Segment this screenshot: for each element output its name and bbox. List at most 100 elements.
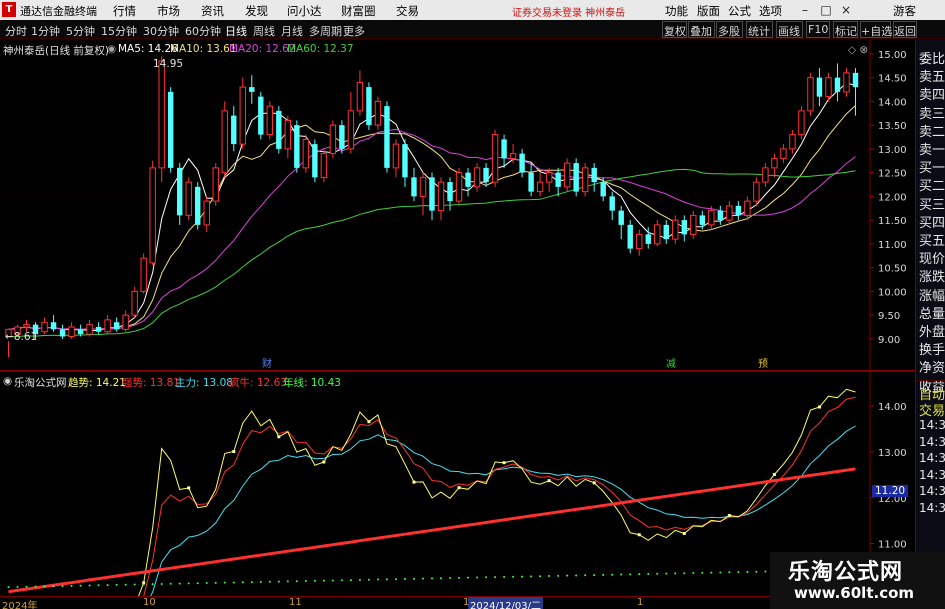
menu-layout[interactable]: 版面 (697, 3, 720, 19)
menu-news[interactable]: 资讯 (201, 3, 224, 19)
tool-mark[interactable]: 标记 (835, 23, 857, 39)
period-5min[interactable]: 5分钟 (66, 23, 95, 39)
period-multi[interactable]: 多周期 (309, 23, 342, 39)
period-timeshare[interactable]: 分时 (5, 23, 27, 39)
event-marker: 预 (758, 358, 768, 370)
year-line-dot (584, 574, 587, 577)
tool-f10[interactable]: F10 (808, 23, 828, 36)
side-time: 14:30 (919, 484, 945, 498)
period-weekly[interactable]: 周线 (253, 23, 275, 39)
year-line-dot (746, 570, 749, 573)
xtick-nov: 11 (289, 597, 302, 608)
candle-body-up (798, 110, 805, 136)
period-60min[interactable]: 60分钟 (185, 23, 221, 39)
period-15min[interactable]: 15分钟 (101, 23, 137, 39)
candle-body-up (545, 172, 553, 183)
candle-body-down (699, 215, 706, 225)
candle-body-up (122, 314, 129, 330)
candle-body-down (276, 110, 282, 149)
menu-trade[interactable]: 交易 (396, 3, 419, 19)
year-line-dot (250, 581, 253, 584)
candle-body-up (762, 167, 769, 183)
menu-functions[interactable]: 功能 (665, 3, 688, 19)
tool-overlay[interactable]: 叠加 (690, 23, 712, 39)
side-item: 买五 (919, 234, 945, 249)
menu-quotes[interactable]: 行情 (113, 3, 136, 19)
side-item: 买一 (919, 161, 945, 177)
side-time: 14:30 (919, 467, 945, 482)
side-trade-item[interactable]: 交易 (919, 400, 945, 419)
year-line-dot (521, 575, 524, 578)
low-price-value: 8.61 (13, 331, 38, 343)
quote-side-panel: 委比 卖五 卖四 卖三 卖二 卖一 买一 买二 买三 买四 买五 现价 涨跌 涨幅 总量 外盘 换手 净资 收益 自动… (915, 40, 945, 609)
menu-ask[interactable]: 问小达 (287, 3, 322, 19)
year-line-dot (214, 581, 217, 584)
candle-body-up (140, 257, 147, 292)
candle-body-down (294, 125, 300, 168)
indicator-settings-icon-2[interactable]: ◉ (3, 375, 12, 387)
candle-body-up (473, 167, 481, 188)
menu-wealth-circle[interactable]: 财富圈 (341, 3, 376, 19)
period-daily[interactable]: 日线 (225, 23, 247, 39)
menu-options[interactable]: 选项 (759, 3, 782, 19)
menu-formula[interactable]: 公式 (728, 3, 751, 19)
side-time: 14:30 (919, 451, 945, 465)
year-line-dot (34, 585, 37, 588)
candle-body-up (771, 157, 778, 169)
login-notice[interactable]: 证券交易未登录 神州泰岳 (512, 4, 625, 19)
tool-draw[interactable]: 画线 (778, 23, 800, 39)
year-line-dot (692, 572, 695, 575)
trend-dot (772, 472, 776, 476)
candle-body-down (429, 177, 435, 211)
minimize-icon[interactable]: – (797, 2, 813, 18)
period-30min[interactable]: 30分钟 (143, 23, 179, 39)
year-line-dot (566, 574, 569, 577)
year-line-dot (115, 583, 118, 586)
year-line-dot (376, 578, 379, 581)
year-line-dot (701, 571, 704, 574)
menu-market[interactable]: 市场 (157, 3, 180, 19)
period-more[interactable]: 更多 (343, 23, 365, 39)
ma20-label: MA20: 12.62 (229, 43, 296, 55)
xtick-year: 2024年 (2, 601, 38, 609)
candle-body-up (86, 324, 93, 335)
tool-stats[interactable]: 统计 (748, 23, 770, 39)
period-1min[interactable]: 1分钟 (31, 23, 60, 39)
trend-dot (277, 435, 281, 439)
side-item: 涨跌 (919, 270, 945, 286)
year-line-dot (151, 583, 154, 586)
year-line-dot (719, 571, 722, 574)
candle-body-up (509, 153, 517, 159)
maximize-icon[interactable]: □ (818, 2, 834, 18)
year-line-dot (268, 580, 271, 583)
collapse-icon[interactable]: ◇ ⊗ (848, 44, 868, 56)
kline-chart[interactable]: 15.00 14.50 14.00 13.50 13.00 12.50 12.00 11.50… (0, 40, 915, 370)
candle-body-up (356, 81, 364, 112)
indicator-name: 乐淘公式网 (14, 377, 67, 389)
close-icon[interactable]: × (838, 2, 854, 18)
side-divider (916, 380, 945, 381)
trend-label: 趋势: 14.21 (68, 377, 126, 389)
app-title: 通达信金融终端 (20, 5, 97, 18)
tool-multistock[interactable]: 多股 (718, 23, 740, 39)
year-line-dot (539, 575, 542, 578)
year-line-dot (259, 580, 262, 583)
candle-body-up (843, 72, 850, 93)
candle-body-up (347, 110, 355, 150)
candle-body-up (536, 181, 544, 193)
add-watchlist-button[interactable]: +自选 (861, 23, 892, 39)
year-line-dot (70, 584, 73, 587)
trend-dot (592, 481, 596, 485)
candle-body-down (411, 177, 417, 197)
menu-discover[interactable]: 发现 (245, 3, 268, 19)
indicator-settings-icon[interactable]: ◉ (107, 43, 116, 55)
side-item: 买三 (919, 197, 945, 213)
candle-body-up (266, 105, 274, 136)
user-label[interactable]: 游客 (893, 3, 916, 19)
candle-body-up (690, 214, 697, 235)
tool-adjust[interactable]: 复权 (664, 23, 686, 39)
trend-dot (322, 460, 326, 464)
candle-body-down (555, 172, 561, 187)
back-button[interactable]: 返回 (894, 23, 916, 39)
period-monthly[interactable]: 月线 (281, 23, 303, 39)
